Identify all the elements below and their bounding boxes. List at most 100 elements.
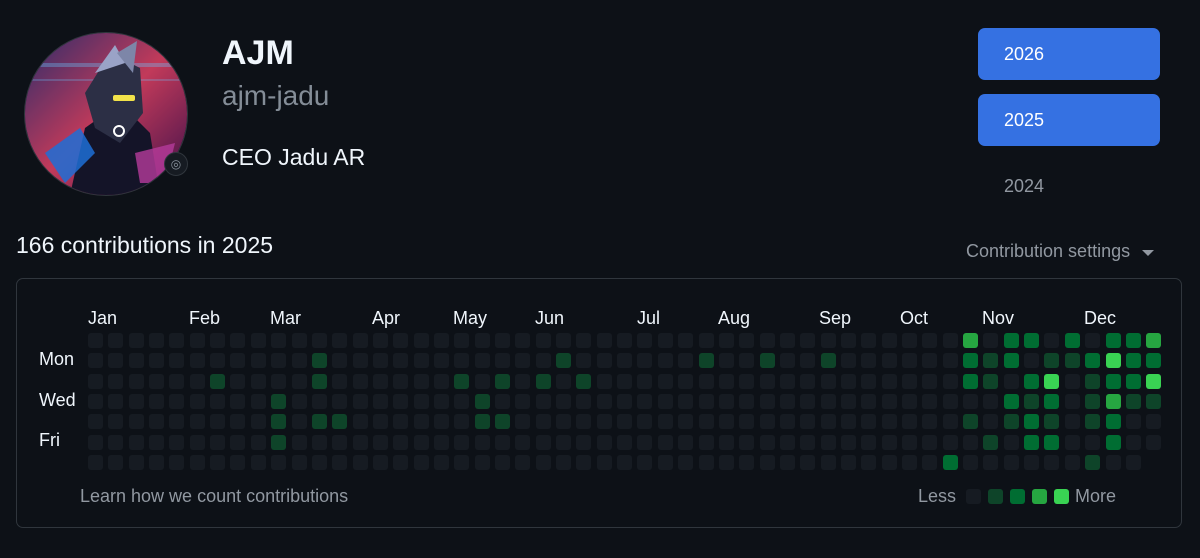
contribution-day-cell[interactable] xyxy=(88,333,103,348)
contribution-day-cell[interactable] xyxy=(902,435,917,450)
contribution-day-cell[interactable] xyxy=(861,455,876,470)
contribution-day-cell[interactable] xyxy=(943,374,958,389)
contribution-day-cell[interactable] xyxy=(353,353,368,368)
contribution-day-cell[interactable] xyxy=(821,455,836,470)
contribution-day-cell[interactable] xyxy=(882,333,897,348)
contribution-day-cell[interactable] xyxy=(373,435,388,450)
contribution-day-cell[interactable] xyxy=(536,333,551,348)
contribution-day-cell[interactable] xyxy=(841,435,856,450)
contribution-day-cell[interactable] xyxy=(719,374,734,389)
contribution-day-cell[interactable] xyxy=(373,333,388,348)
contribution-day-cell[interactable] xyxy=(230,394,245,409)
contribution-day-cell[interactable] xyxy=(414,353,429,368)
contribution-day-cell[interactable] xyxy=(88,455,103,470)
contribution-day-cell[interactable] xyxy=(230,455,245,470)
contribution-day-cell[interactable] xyxy=(1024,394,1039,409)
contribution-day-cell[interactable] xyxy=(1085,394,1100,409)
contribution-day-cell[interactable] xyxy=(637,333,652,348)
contribution-day-cell[interactable] xyxy=(251,374,266,389)
contribution-day-cell[interactable] xyxy=(699,333,714,348)
contribution-day-cell[interactable] xyxy=(800,394,815,409)
contribution-day-cell[interactable] xyxy=(882,414,897,429)
contribution-day-cell[interactable] xyxy=(963,455,978,470)
contribution-day-cell[interactable] xyxy=(658,333,673,348)
contribution-day-cell[interactable] xyxy=(699,455,714,470)
contribution-day-cell[interactable] xyxy=(169,333,184,348)
contribution-day-cell[interactable] xyxy=(1004,455,1019,470)
contribution-day-cell[interactable] xyxy=(495,374,510,389)
contribution-day-cell[interactable] xyxy=(475,455,490,470)
contribution-day-cell[interactable] xyxy=(699,435,714,450)
contribution-day-cell[interactable] xyxy=(1004,374,1019,389)
contribution-day-cell[interactable] xyxy=(882,435,897,450)
contribution-day-cell[interactable] xyxy=(637,414,652,429)
contribution-day-cell[interactable] xyxy=(658,353,673,368)
contribution-day-cell[interactable] xyxy=(983,435,998,450)
contribution-day-cell[interactable] xyxy=(637,394,652,409)
contribution-day-cell[interactable] xyxy=(515,435,530,450)
contribution-day-cell[interactable] xyxy=(1044,353,1059,368)
contribution-day-cell[interactable] xyxy=(699,374,714,389)
contribution-day-cell[interactable] xyxy=(129,333,144,348)
contribution-day-cell[interactable] xyxy=(943,455,958,470)
year-button-2026[interactable]: 2026 xyxy=(978,28,1160,80)
contribution-day-cell[interactable] xyxy=(475,435,490,450)
contribution-settings-dropdown[interactable]: Contribution settings xyxy=(966,241,1155,262)
contribution-day-cell[interactable] xyxy=(434,353,449,368)
contribution-day-cell[interactable] xyxy=(88,394,103,409)
contribution-day-cell[interactable] xyxy=(1085,414,1100,429)
contribution-day-cell[interactable] xyxy=(739,353,754,368)
contribution-day-cell[interactable] xyxy=(658,414,673,429)
contribution-day-cell[interactable] xyxy=(1126,455,1141,470)
contribution-day-cell[interactable] xyxy=(292,394,307,409)
contribution-day-cell[interactable] xyxy=(841,414,856,429)
contribution-day-cell[interactable] xyxy=(678,394,693,409)
contribution-day-cell[interactable] xyxy=(332,333,347,348)
contribution-day-cell[interactable] xyxy=(251,414,266,429)
contribution-day-cell[interactable] xyxy=(1126,435,1141,450)
contribution-day-cell[interactable] xyxy=(780,374,795,389)
contribution-day-cell[interactable] xyxy=(190,353,205,368)
contribution-day-cell[interactable] xyxy=(393,374,408,389)
contribution-day-cell[interactable] xyxy=(292,435,307,450)
contribution-day-cell[interactable] xyxy=(1044,394,1059,409)
contribution-day-cell[interactable] xyxy=(1146,374,1161,389)
contribution-day-cell[interactable] xyxy=(230,353,245,368)
contribution-day-cell[interactable] xyxy=(556,374,571,389)
contribution-day-cell[interactable] xyxy=(88,435,103,450)
contribution-day-cell[interactable] xyxy=(129,394,144,409)
contribution-day-cell[interactable] xyxy=(617,333,632,348)
contribution-day-cell[interactable] xyxy=(210,414,225,429)
contribution-day-cell[interactable] xyxy=(821,435,836,450)
contribution-day-cell[interactable] xyxy=(617,455,632,470)
contribution-day-cell[interactable] xyxy=(454,353,469,368)
contribution-day-cell[interactable] xyxy=(739,374,754,389)
contribution-day-cell[interactable] xyxy=(1146,435,1161,450)
contribution-day-cell[interactable] xyxy=(108,435,123,450)
contribution-day-cell[interactable] xyxy=(414,374,429,389)
contribution-day-cell[interactable] xyxy=(760,353,775,368)
contribution-day-cell[interactable] xyxy=(617,414,632,429)
contribution-day-cell[interactable] xyxy=(414,414,429,429)
contribution-day-cell[interactable] xyxy=(536,414,551,429)
contribution-day-cell[interactable] xyxy=(861,435,876,450)
contribution-day-cell[interactable] xyxy=(353,455,368,470)
contribution-day-cell[interactable] xyxy=(149,455,164,470)
contribution-day-cell[interactable] xyxy=(454,394,469,409)
contribution-day-cell[interactable] xyxy=(780,435,795,450)
contribution-day-cell[interactable] xyxy=(739,435,754,450)
contribution-day-cell[interactable] xyxy=(800,414,815,429)
contribution-day-cell[interactable] xyxy=(597,455,612,470)
contribution-day-cell[interactable] xyxy=(1126,414,1141,429)
contribution-day-cell[interactable] xyxy=(332,414,347,429)
contribution-day-cell[interactable] xyxy=(1044,435,1059,450)
contribution-day-cell[interactable] xyxy=(1085,374,1100,389)
contribution-day-cell[interactable] xyxy=(658,374,673,389)
contribution-day-cell[interactable] xyxy=(861,394,876,409)
contribution-day-cell[interactable] xyxy=(312,333,327,348)
contribution-day-cell[interactable] xyxy=(230,435,245,450)
contribution-day-cell[interactable] xyxy=(1146,353,1161,368)
contribution-day-cell[interactable] xyxy=(454,435,469,450)
contribution-day-cell[interactable] xyxy=(353,333,368,348)
contribution-day-cell[interactable] xyxy=(1004,414,1019,429)
